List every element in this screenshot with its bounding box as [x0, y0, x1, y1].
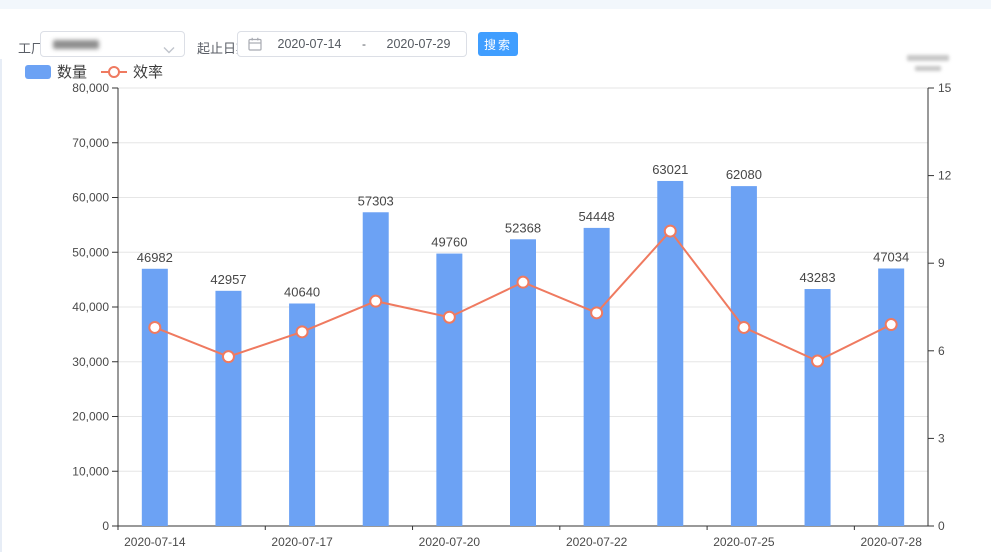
left-axis-tick-label: 80,000: [72, 81, 109, 95]
left-axis-tick-label: 50,000: [72, 245, 109, 259]
factory-select[interactable]: [40, 31, 185, 57]
filter-toolbar: 工厂 起止日期 2020-07-14 - 2020-07-29 搜索: [0, 9, 991, 59]
x-axis-date-label: 2020-07-22: [566, 535, 628, 549]
left-axis-tick-label: 10,000: [72, 464, 109, 478]
x-axis-date-label: 2020-07-20: [419, 535, 481, 549]
bar-value-label: 62080: [726, 167, 762, 182]
x-axis-date-label: 2020-07-28: [860, 535, 922, 549]
x-axis-date-label: 2020-07-17: [271, 535, 333, 549]
bar[interactable]: [142, 269, 168, 526]
right-axis-tick-label: 0: [938, 519, 945, 533]
bar-value-label: 63021: [652, 162, 688, 177]
left-axis-tick-label: 20,000: [72, 410, 109, 424]
end-date-input[interactable]: 2020-07-29: [371, 37, 466, 51]
page-top-edge: [0, 0, 991, 9]
bar[interactable]: [584, 228, 610, 526]
left-axis-tick-label: 40,000: [72, 300, 109, 314]
bar[interactable]: [215, 291, 241, 526]
bar-value-label: 52368: [505, 220, 541, 235]
search-button[interactable]: 搜索: [478, 32, 518, 56]
right-axis-tick-label: 15: [938, 81, 952, 95]
chart-canvas: 0 10,000 20,000 30,000 40,000 50,000 60,000 70,…: [0, 80, 991, 552]
bar-value-label: 46982: [137, 250, 173, 265]
line-point[interactable]: [812, 356, 823, 367]
bar-series-swatch-icon: [25, 65, 51, 79]
line-point[interactable]: [370, 296, 381, 307]
chart-legend: 数量 效率: [25, 61, 163, 82]
right-axis-tick-label: 12: [938, 169, 952, 183]
right-axis-tick-label: 6: [938, 344, 945, 358]
blurred-watermark: [907, 55, 949, 61]
legend-item-quantity[interactable]: 数量: [25, 61, 87, 82]
bar-value-label: 47034: [873, 249, 909, 264]
bar-value-label: 57303: [358, 193, 394, 208]
bar-value-label: 54448: [579, 209, 615, 224]
factory-select-value-blurred: [53, 40, 99, 49]
right-axis-tick-label: 3: [938, 431, 945, 445]
legend-label-quantity: 数量: [57, 61, 87, 82]
line-point[interactable]: [665, 226, 676, 237]
bar[interactable]: [363, 212, 389, 526]
line-point[interactable]: [886, 319, 897, 330]
line-point[interactable]: [518, 277, 529, 288]
bar[interactable]: [436, 254, 462, 526]
start-date-input[interactable]: 2020-07-14: [262, 37, 357, 51]
left-axis-tick-label: 30,000: [72, 355, 109, 369]
line-point[interactable]: [738, 322, 749, 333]
bar[interactable]: [878, 268, 904, 526]
legend-item-efficiency[interactable]: 效率: [101, 61, 163, 82]
x-axis-date-label: 2020-07-25: [713, 535, 775, 549]
line-series-marker-icon: [101, 65, 127, 79]
bar[interactable]: [805, 289, 831, 526]
date-separator: -: [357, 37, 371, 51]
line-point[interactable]: [149, 322, 160, 333]
bar-value-label: 42957: [210, 272, 246, 287]
line-point[interactable]: [591, 307, 602, 318]
blurred-watermark: [915, 66, 941, 71]
line-point[interactable]: [444, 312, 455, 323]
bar-line-chart[interactable]: 0 10,000 20,000 30,000 40,000 50,000 60,000 70,…: [0, 80, 991, 552]
x-axis-date-label: 2020-07-14: [124, 535, 186, 549]
bar-value-label: 49760: [431, 235, 467, 250]
left-axis-tick-label: 60,000: [72, 191, 109, 205]
bar-value-label: 43283: [799, 270, 835, 285]
calendar-icon: [248, 37, 262, 51]
legend-label-efficiency: 效率: [133, 61, 163, 82]
right-axis-tick-label: 9: [938, 256, 945, 270]
line-point[interactable]: [297, 326, 308, 337]
line-point[interactable]: [223, 351, 234, 362]
left-axis-tick-label: 70,000: [72, 136, 109, 150]
date-range-picker[interactable]: 2020-07-14 - 2020-07-29: [237, 31, 467, 57]
bar-value-label: 40640: [284, 284, 320, 299]
left-axis-tick-label: 0: [102, 519, 109, 533]
bar[interactable]: [731, 186, 757, 526]
chevron-down-icon: [163, 41, 175, 59]
